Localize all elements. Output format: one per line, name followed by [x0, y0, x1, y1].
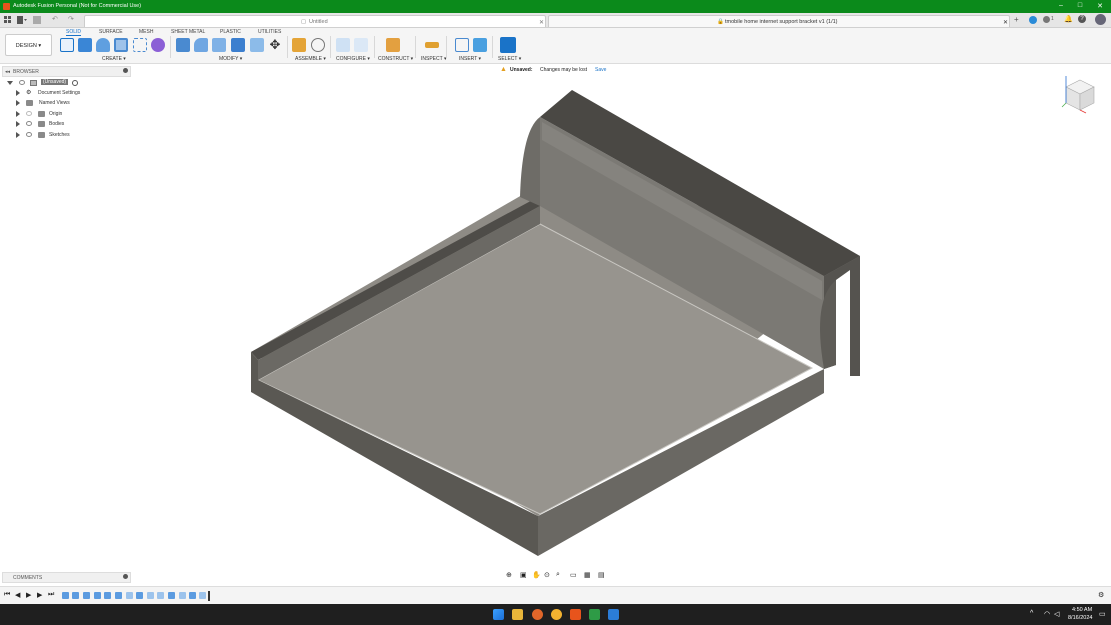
clock-date[interactable]: 8/16/2024	[1068, 615, 1092, 621]
timeline-start-icon[interactable]: ⏮	[4, 591, 10, 599]
model-viewport[interactable]	[0, 0, 1111, 625]
viewports-icon[interactable]: ▤	[598, 571, 605, 579]
timeline-settings-gear-icon[interactable]: ⚙	[1098, 591, 1104, 599]
windows-start-icon[interactable]	[493, 609, 504, 620]
comments-title: COMMENTS	[13, 575, 43, 581]
timeline-features	[62, 591, 212, 603]
browser-app-icon[interactable]	[551, 609, 562, 620]
pan-icon[interactable]: ✋	[532, 571, 541, 579]
wifi-icon[interactable]: ◠	[1044, 610, 1050, 618]
fusion-taskbar-icon[interactable]	[570, 609, 581, 620]
fillet-left	[520, 117, 540, 206]
add-comment-icon[interactable]	[123, 574, 128, 579]
timeline-play-icon[interactable]: ▶	[26, 591, 31, 599]
grid-settings-icon[interactable]: ▦	[584, 571, 591, 579]
timeline-end-icon[interactable]: ⏭	[48, 591, 54, 599]
viewcube-icon[interactable]	[1060, 72, 1100, 116]
timeline-next-icon[interactable]: ▶	[37, 591, 42, 599]
notifications-icon[interactable]: ▭	[1099, 610, 1106, 618]
firefox-icon[interactable]	[532, 609, 543, 620]
display-settings-icon[interactable]: ▭	[570, 571, 577, 579]
volume-icon[interactable]: ◁	[1054, 610, 1059, 618]
tray-chevron-icon[interactable]: ^	[1030, 610, 1033, 617]
excel-icon[interactable]	[589, 609, 600, 620]
look-at-icon[interactable]: ▣	[520, 571, 527, 579]
app-icon[interactable]	[608, 609, 619, 620]
fit-icon[interactable]: ⌕	[556, 571, 560, 579]
windows-taskbar: ^ ◠ ◁ 4:50 AM 8/16/2024 ▭	[0, 604, 1111, 625]
zoom-icon[interactable]: ⊙	[544, 571, 550, 579]
timeline-bar: ⏮ ◀ ▶ ▶ ⏭ ⚙	[0, 586, 1111, 604]
comments-panel-header[interactable]: COMMENTS	[2, 572, 131, 583]
timeline-prev-icon[interactable]: ◀	[15, 591, 20, 599]
file-explorer-icon[interactable]	[512, 609, 523, 620]
clock-time[interactable]: 4:50 AM	[1072, 607, 1092, 613]
navigation-bar: ⊕ ▣ ✋ ⊙ ⌕ ▭ ▦ ▤	[504, 571, 608, 581]
orbit-icon[interactable]: ⊕	[506, 571, 512, 579]
